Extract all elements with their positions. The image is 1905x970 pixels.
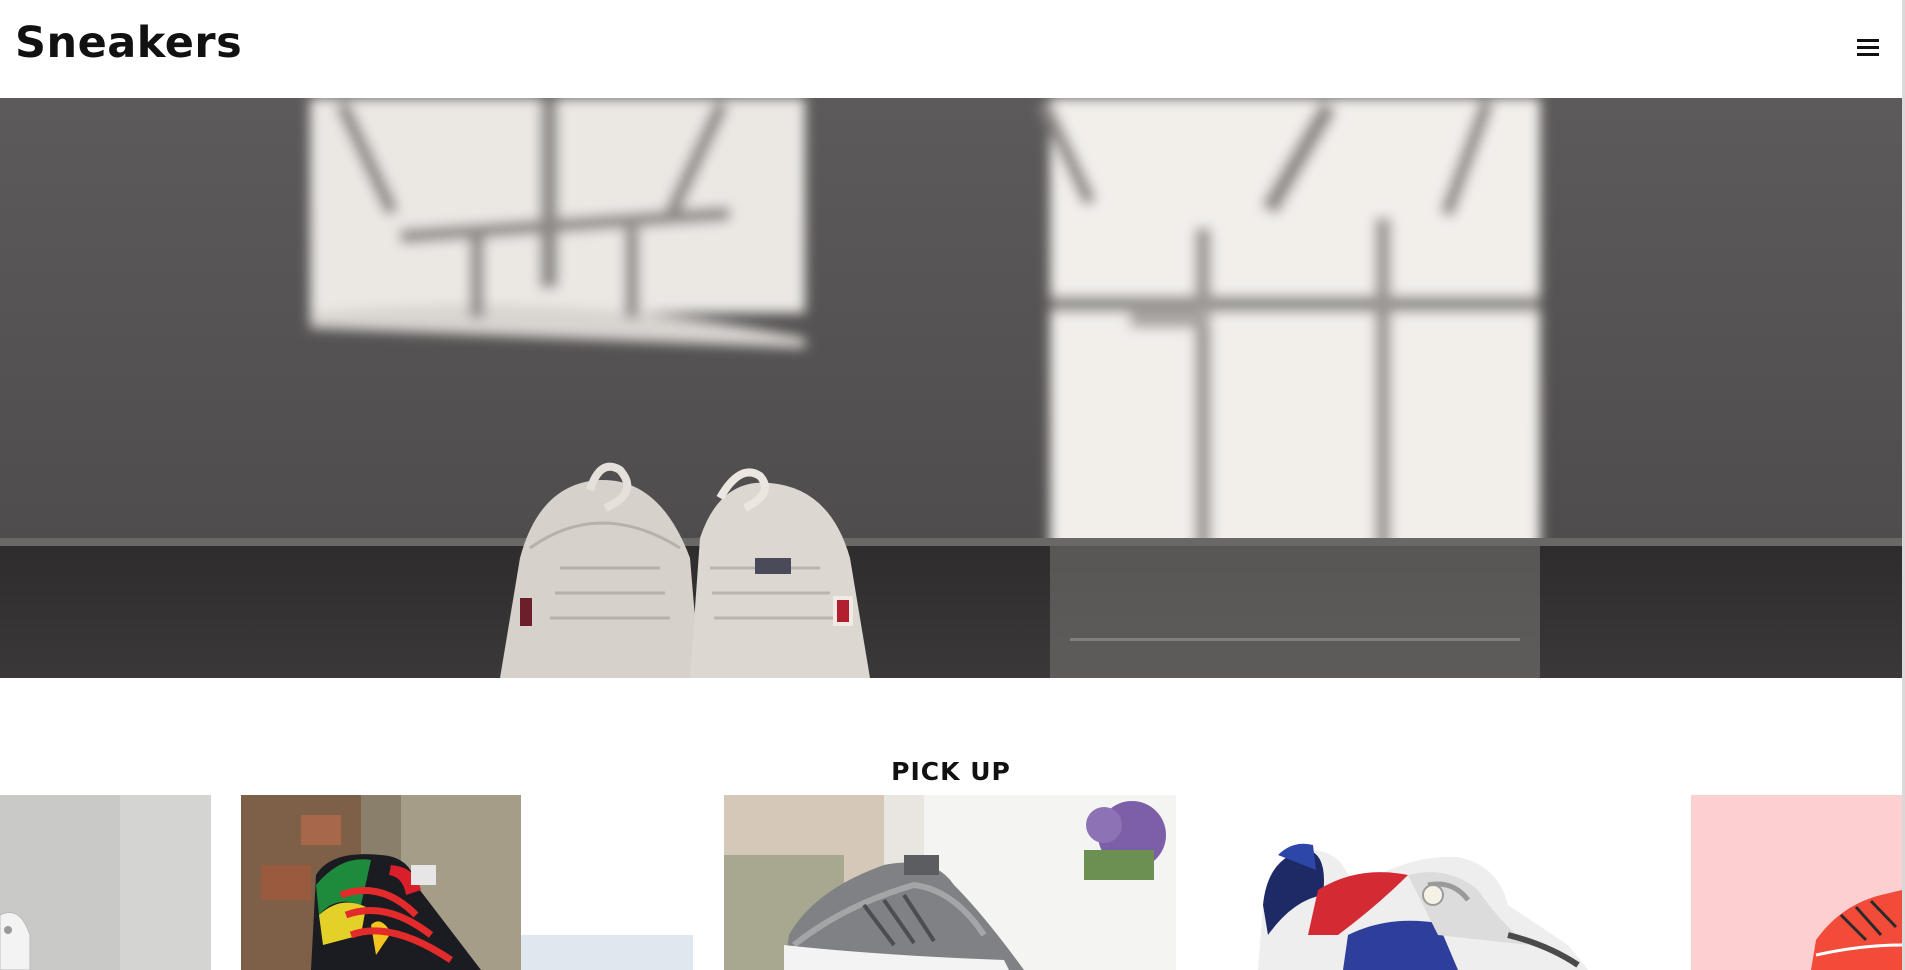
pickup-title: PICK UP	[891, 757, 1011, 786]
pickup-slide-4[interactable]	[1208, 795, 1660, 970]
page: Sneakers PICK UP	[0, 0, 1902, 970]
site-logo[interactable]: Sneakers	[15, 18, 242, 68]
hero-image	[0, 98, 1902, 678]
site-header: Sneakers	[0, 0, 1902, 98]
hamburger-menu-icon[interactable]	[1855, 36, 1881, 58]
pickup-slide-2[interactable]	[241, 795, 693, 970]
pickup-slide-3[interactable]	[724, 795, 1176, 970]
pickup-carousel[interactable]	[0, 795, 1902, 970]
pickup-slide-1[interactable]	[0, 795, 211, 970]
pickup-slide-5[interactable]	[1691, 795, 1902, 970]
